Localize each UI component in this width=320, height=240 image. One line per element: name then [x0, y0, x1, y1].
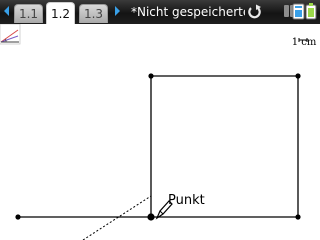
document-title: *Nicht gespeicherte	[131, 5, 245, 19]
screen: 1.1 1.2 1.3 *Nicht gespeicherte 1 cm Pun…	[0, 0, 320, 240]
vertex-bottom-right[interactable]	[295, 214, 301, 220]
tab-next-icon[interactable]	[115, 6, 120, 16]
scale-label: 1 cm	[291, 37, 317, 48]
point-vertex[interactable]	[147, 213, 155, 221]
dashed-segment[interactable]	[82, 195, 152, 240]
vertex-top-right[interactable]	[295, 73, 301, 79]
document-tools-icon[interactable]	[283, 3, 317, 21]
graphs-menu-icon[interactable]	[0, 24, 21, 45]
vertex-left[interactable]	[15, 214, 21, 220]
tab-1-3[interactable]: 1.3	[79, 4, 108, 23]
vertex-top-left[interactable]	[148, 73, 154, 79]
tab-prev-icon[interactable]	[4, 6, 9, 16]
geometry-canvas[interactable]	[0, 24, 320, 240]
refresh-icon[interactable]	[247, 4, 262, 19]
top-bar: 1.1 1.2 1.3 *Nicht gespeicherte	[0, 0, 320, 24]
tab-1-2[interactable]: 1.2	[46, 2, 75, 24]
tab-1-1[interactable]: 1.1	[14, 4, 43, 23]
point-label[interactable]: Punkt	[168, 193, 205, 209]
